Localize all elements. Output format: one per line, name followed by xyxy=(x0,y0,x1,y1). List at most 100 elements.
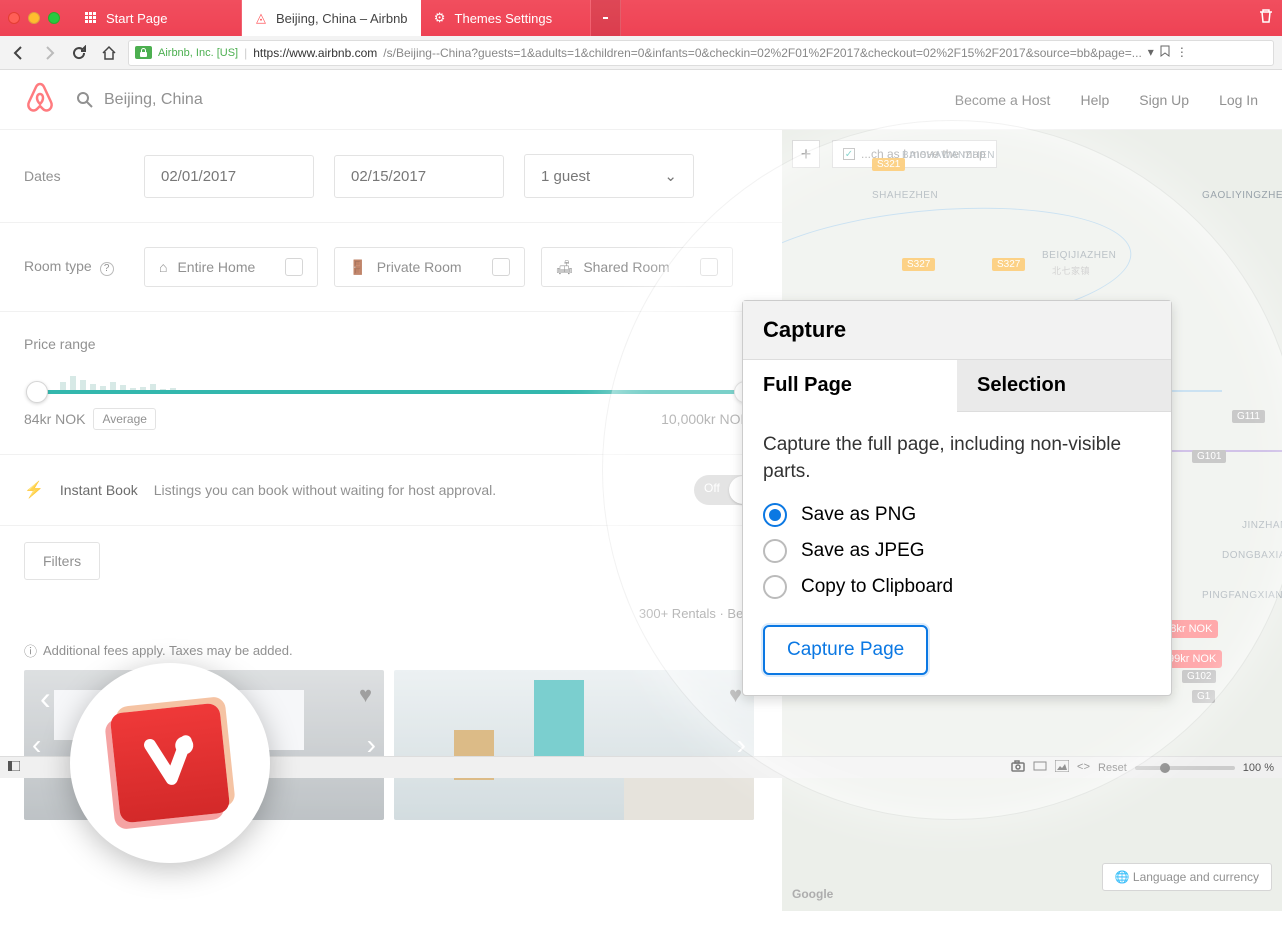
language-currency-button[interactable]: 🌐 Language and currency xyxy=(1102,863,1272,891)
road-badge: G1 xyxy=(1192,690,1215,703)
url-path: /s/Beijing--China?guests=1&adults=1&chil… xyxy=(383,46,1142,60)
dates-label: Dates xyxy=(24,168,124,184)
airbnb-logo-icon[interactable] xyxy=(24,80,56,119)
instant-desc: Listings you can book without waiting fo… xyxy=(154,482,496,498)
nav-help[interactable]: Help xyxy=(1080,92,1109,108)
room-shared-checkbox[interactable]: 🛋 Shared Room xyxy=(541,247,733,287)
nav-signup[interactable]: Sign Up xyxy=(1139,92,1189,108)
zoom-reset-button[interactable]: Reset xyxy=(1098,762,1127,774)
chevron-down-icon: ⌄ xyxy=(664,167,677,185)
road-badge: G111 xyxy=(1232,410,1265,423)
road-badge: G102 xyxy=(1182,670,1216,683)
help-icon[interactable]: ? xyxy=(100,262,114,276)
price-slider[interactable] xyxy=(34,390,748,394)
dropdown-icon[interactable]: ▾ xyxy=(1148,45,1154,60)
nav-become-host[interactable]: Become a Host xyxy=(955,92,1051,108)
tab-themes[interactable]: ⚙ Themes Settings xyxy=(421,0,591,36)
url-host: https://www.airbnb.com xyxy=(253,46,377,60)
map-zoom-in-button[interactable]: + xyxy=(792,140,820,168)
close-window-button[interactable] xyxy=(8,12,20,24)
zoom-level: 100 % xyxy=(1243,762,1274,774)
browser-titlebar: Start Page ◬ Beijing, China – Airbnb ⚙ T… xyxy=(0,0,1282,36)
door-icon: 🚪 xyxy=(349,259,366,276)
reload-button[interactable] xyxy=(68,42,90,64)
checkout-input[interactable]: 02/15/2017 xyxy=(334,155,504,198)
price-label: Price range xyxy=(24,336,758,352)
map-area-label: GAOLIYINGZHEN xyxy=(1202,190,1282,201)
map-area-label: PINGFANGXIANG xyxy=(1202,590,1282,601)
code-icon[interactable]: <> xyxy=(1077,762,1090,774)
price-avg-badge: Average xyxy=(93,408,155,430)
rentals-count: 300+ Rentals · Beiji xyxy=(0,596,782,631)
dates-row: Dates 02/01/2017 02/15/2017 1 guest ⌄ xyxy=(0,130,782,223)
airbnb-favicon-icon: ◬ xyxy=(254,11,268,25)
heart-icon[interactable]: ♥ xyxy=(359,682,372,708)
road-badge: S327 xyxy=(902,258,935,271)
map-area-label: DONGBAXIANG xyxy=(1222,550,1282,561)
map-area-label: BEIQIJIAZHEN xyxy=(1042,250,1116,261)
guests-select[interactable]: 1 guest ⌄ xyxy=(524,154,694,198)
room-private-checkbox[interactable]: 🚪 Private Room xyxy=(334,247,524,287)
road-badge: S327 xyxy=(992,258,1025,271)
instant-book-row: ⚡ Instant Book Listings you can book wit… xyxy=(0,455,782,526)
radio-save-jpeg[interactable]: Save as JPEG xyxy=(763,539,1151,563)
back-button[interactable] xyxy=(8,42,30,64)
lock-icon xyxy=(135,46,152,59)
camera-icon[interactable] xyxy=(1011,760,1025,775)
globe-icon: 🌐 xyxy=(1115,870,1130,884)
trash-icon[interactable] xyxy=(1258,8,1274,29)
room-entire-checkbox[interactable]: ⌂ Entire Home xyxy=(144,247,318,287)
minimize-window-button[interactable] xyxy=(28,12,40,24)
capture-tab-fullpage[interactable]: Full Page xyxy=(743,360,957,412)
search-input[interactable]: Beijing, China xyxy=(76,91,955,109)
info-icon: ⓘ xyxy=(24,641,37,660)
panel-toggle-icon[interactable] xyxy=(8,761,20,774)
home-button[interactable] xyxy=(98,42,120,64)
radio-save-png[interactable]: Save as PNG xyxy=(763,503,1151,527)
capture-page-button[interactable]: Capture Page xyxy=(763,625,928,675)
sofa-icon: 🛋 xyxy=(556,259,574,276)
map-area-label: JINZHANXIANG xyxy=(1242,520,1282,531)
search-icon xyxy=(76,91,94,109)
gear-icon: ⚙ xyxy=(433,11,447,25)
google-logo: Google xyxy=(792,887,833,901)
image-icon[interactable] xyxy=(1055,760,1069,775)
road-badge: G101 xyxy=(1192,450,1226,463)
tab-airbnb[interactable]: ◬ Beijing, China – Airbnb xyxy=(242,0,421,36)
checkbox xyxy=(700,258,718,276)
ssl-company-label: Airbnb, Inc. [US] xyxy=(158,47,238,59)
radio-button xyxy=(763,575,787,599)
radio-button xyxy=(763,539,787,563)
road-badge: S321 xyxy=(872,158,905,171)
nav-login[interactable]: Log In xyxy=(1219,92,1258,108)
search-value: Beijing, China xyxy=(104,91,203,109)
menu-dots-icon[interactable]: ⋮ xyxy=(1176,45,1188,60)
house-icon: ⌂ xyxy=(159,259,167,275)
listing-card[interactable]: ♥ › xyxy=(394,670,754,820)
carousel-prev-icon[interactable]: ‹ xyxy=(40,680,51,717)
forward-button[interactable] xyxy=(38,42,60,64)
tab-label: Themes Settings xyxy=(455,11,553,26)
capture-panel: Capture Full Page Selection Capture the … xyxy=(742,300,1172,696)
capture-tab-selection[interactable]: Selection xyxy=(957,360,1171,412)
checkbox xyxy=(492,258,510,276)
radio-button xyxy=(763,503,787,527)
address-bar[interactable]: Airbnb, Inc. [US] | https://www.airbnb.c… xyxy=(128,40,1274,66)
tile-icon[interactable] xyxy=(1033,761,1047,774)
checkin-input[interactable]: 02/01/2017 xyxy=(144,155,314,198)
bookmark-icon[interactable] xyxy=(1160,45,1170,60)
tab-label: Start Page xyxy=(106,11,167,26)
heart-icon[interactable]: ♥ xyxy=(729,682,742,708)
slider-min-thumb[interactable] xyxy=(26,381,48,403)
maximize-window-button[interactable] xyxy=(48,12,60,24)
radio-copy-clipboard[interactable]: Copy to Clipboard xyxy=(763,575,1151,599)
zoom-slider[interactable] xyxy=(1135,766,1235,770)
tab-strip: Start Page ◬ Beijing, China – Airbnb ⚙ T… xyxy=(72,0,621,36)
price-section: Price range 84kr NOK Average 10,000kr NO… xyxy=(0,312,782,455)
tab-start-page[interactable]: Start Page xyxy=(72,0,242,36)
new-tab-button[interactable] xyxy=(591,0,621,36)
tab-label: Beijing, China – Airbnb xyxy=(276,11,408,26)
filters-button[interactable]: Filters xyxy=(24,542,100,580)
map-area-label: 北七家镇 xyxy=(1052,264,1090,277)
roomtype-row: Room type ? ⌂ Entire Home 🚪 Private Room… xyxy=(0,223,782,312)
